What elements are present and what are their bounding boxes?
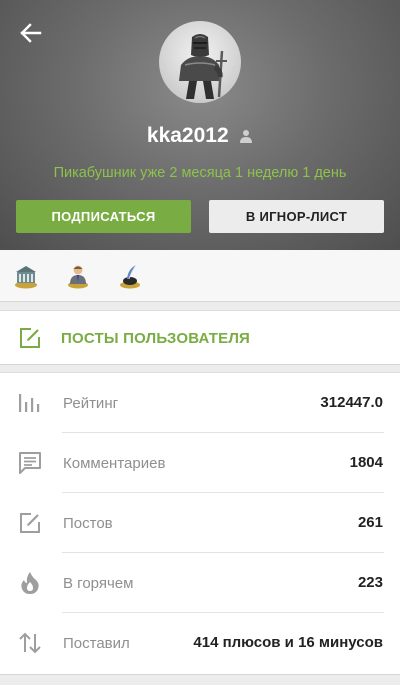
user-posts-label: ПОСТЫ ПОЛЬЗОВАТЕЛЯ [61, 330, 251, 347]
stat-label: Постов [63, 515, 113, 532]
comment-icon [19, 452, 41, 474]
knight-avatar-image [179, 34, 227, 99]
edit-icon [20, 328, 40, 348]
stat-value: 414 плюсов и 16 минусов [193, 634, 383, 651]
stat-label: Комментариев [63, 455, 166, 472]
stat-value: 1804 [349, 454, 383, 471]
stat-row-rating: Рейтинг 312447.0 [0, 373, 400, 433]
stat-row-comments: Комментариев 1804 [0, 433, 400, 493]
member-since-text: Пикабушник уже 2 месяца 1 неделю 1 день [53, 165, 347, 181]
ignore-list-button[interactable]: В ИГНОР-ЛИСТ [209, 200, 384, 233]
businessman-award-icon[interactable] [66, 263, 90, 289]
up-down-arrows-icon [19, 632, 41, 654]
stat-row-hot: В горячем 223 [0, 553, 400, 613]
stats-list: Рейтинг 312447.0 Комментариев 1804 Посто… [0, 372, 400, 675]
bar-chart-icon [19, 394, 40, 412]
stat-value: 223 [357, 574, 383, 591]
user-icon [240, 130, 253, 143]
stat-value: 261 [357, 514, 383, 531]
fire-icon [21, 572, 39, 594]
subscribe-button[interactable]: ПОДПИСАТЬСЯ [16, 200, 191, 233]
stat-label: Рейтинг [63, 395, 119, 412]
stat-label: Поставил [63, 635, 130, 652]
username: kka2012 [146, 124, 229, 147]
awards-bar [0, 250, 400, 302]
avatar[interactable] [159, 21, 241, 103]
user-posts-link[interactable]: ПОСТЫ ПОЛЬЗОВАТЕЛЯ [0, 310, 400, 365]
bank-award-icon[interactable] [14, 263, 38, 289]
stat-label: В горячем [63, 575, 134, 592]
stat-value: 312447.0 [320, 394, 383, 411]
edit-icon [20, 513, 40, 533]
stat-row-posts: Постов 261 [0, 493, 400, 553]
back-arrow-icon[interactable] [14, 18, 48, 48]
stat-row-votes: Поставил 414 плюсов и 16 минусов [0, 613, 400, 673]
quill-award-icon[interactable] [118, 263, 142, 289]
profile-header: kka2012 Пикабушник уже 2 месяца 1 неделю… [0, 0, 400, 250]
